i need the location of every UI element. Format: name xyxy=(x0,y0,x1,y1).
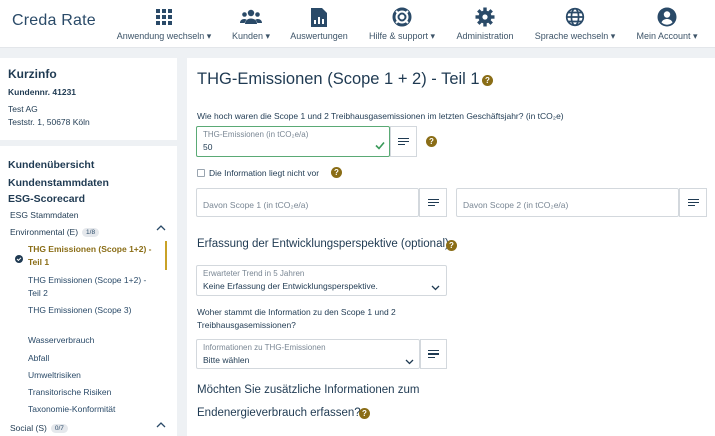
checkbox-label: Die Information liegt nicht vor xyxy=(209,168,320,178)
question-source-line2: Treibhausgasemissionen? xyxy=(197,320,296,330)
sidebar-item-esg-scorecard[interactable]: ESG-Scorecard xyxy=(8,193,85,205)
report-icon xyxy=(308,6,330,28)
chevron-up-icon[interactable] xyxy=(156,224,166,235)
lines-icon xyxy=(427,198,439,207)
globe-icon xyxy=(564,6,586,28)
info-not-available-checkbox[interactable] xyxy=(197,169,205,177)
sidebar-subitem-transitorische-risiken[interactable]: Transitorische Risiken xyxy=(28,386,111,399)
kurzinfo-title: Kurzinfo xyxy=(8,67,57,81)
field-placeholder: Davon Scope 2 (in tCO₂e/a) xyxy=(463,200,569,210)
nav-label: Mein Account ▾ xyxy=(636,31,698,41)
source-select[interactable]: Informationen zu THG-Emissionen Bitte wä… xyxy=(196,339,420,369)
nav-mein-account[interactable]: Mein Account ▾ xyxy=(630,0,704,48)
help-icon[interactable]: ? xyxy=(482,75,493,86)
help-icon[interactable]: ? xyxy=(359,408,370,419)
progress-badge: 1/8 xyxy=(82,228,100,237)
chevron-down-icon xyxy=(431,278,440,296)
kundennummer: Kundennr. 41231 xyxy=(8,87,77,97)
checkmark-icon xyxy=(375,137,385,155)
help-icon[interactable]: ? xyxy=(446,240,457,251)
chevron-down-icon xyxy=(405,352,414,370)
field-value: Bitte wählen xyxy=(203,355,250,365)
account-icon xyxy=(656,6,678,28)
section-entwicklungsperspektive: Erfassung der Entwicklungsperspektive (o… xyxy=(197,238,449,250)
progress-badge: 0/7 xyxy=(50,424,68,433)
nav-administration[interactable]: Administration xyxy=(452,0,518,48)
page-title: THG-Emissionen (Scope 1 + 2) - Teil 1 xyxy=(197,70,480,88)
nav-anwendung-wechseln[interactable]: Anwendung wechseln ▾ xyxy=(112,0,216,48)
nav-kunden[interactable]: Kunden ▾ xyxy=(222,0,280,48)
field-label: Informationen zu THG-Emissionen xyxy=(203,343,326,352)
group-label: Social (S) xyxy=(10,423,47,433)
company-address: Teststr. 1, 50678 Köln xyxy=(8,117,90,127)
sidebar-item-esg-stammdaten[interactable]: ESG Stammdaten xyxy=(10,210,79,220)
check-circle-icon xyxy=(15,250,23,268)
sidebar-subitem-thg-scope3[interactable]: THG Emissionen (Scope 3) xyxy=(28,304,160,317)
sidebar-subitem-umweltrisiken[interactable]: Umweltrisiken xyxy=(28,369,81,382)
nav-label: Anwendung wechseln ▾ xyxy=(116,31,212,41)
lines-icon xyxy=(398,137,409,146)
nav-label: Kunden ▾ xyxy=(231,31,271,41)
notes-button[interactable] xyxy=(390,126,417,157)
help-icon[interactable]: ? xyxy=(331,167,342,178)
group-label: Environmental (E) xyxy=(10,227,79,237)
lifebuoy-icon xyxy=(391,6,413,28)
top-navigation-bar: Creda Rate Anwendung wechseln ▾ Kunden ▾… xyxy=(0,0,715,48)
users-icon xyxy=(240,6,262,28)
gear-icon xyxy=(474,6,496,28)
scope2-input[interactable]: Davon Scope 2 (in tCO₂e/a) xyxy=(456,188,679,217)
section-endenergie-line2: Endenergieverbrauch erfassen? xyxy=(197,407,361,419)
sidebar-group-social[interactable]: Social (S) 0/7 xyxy=(10,423,68,433)
sidebar-subitem-taxonomie[interactable]: Taxonomie-Konformität xyxy=(28,403,115,416)
nav-sprache-wechseln[interactable]: Sprache wechseln ▾ xyxy=(530,0,620,48)
source-notes-button[interactable] xyxy=(420,339,447,369)
sidebar-item-kundenstammdaten[interactable]: Kundenstammdaten xyxy=(8,177,109,189)
scope1-notes-button[interactable] xyxy=(419,188,447,217)
section-endenergie-line1: Möchten Sie zusätzliche Informationen zu… xyxy=(197,384,420,396)
lines-icon xyxy=(687,198,699,207)
nav-label: Sprache wechseln ▾ xyxy=(534,31,616,41)
help-icon[interactable]: ? xyxy=(426,136,437,147)
grid-icon xyxy=(153,6,175,28)
sidebar-group-environmental[interactable]: Environmental (E) 1/8 xyxy=(10,227,100,237)
sidebar-subitem-abfall[interactable]: Abfall xyxy=(28,352,49,365)
sidebar-subitem-thg-teil1[interactable]: THG Emissionen (Scope 1+2) - Teil 1 xyxy=(28,243,160,269)
sidebar-item-kundenuebersicht[interactable]: Kundenübersicht xyxy=(8,159,94,171)
sidebar-subitem-wasserverbrauch[interactable]: Wasserverbrauch xyxy=(28,334,94,347)
nav-label: Administration xyxy=(456,31,514,41)
company-name: Test AG xyxy=(8,104,38,114)
scope2-notes-button[interactable] xyxy=(679,188,707,217)
trend-select[interactable]: Erwarteter Trend in 5 Jahren Keine Erfas… xyxy=(196,265,447,296)
nav-hilfe-support[interactable]: Hilfe & support ▾ xyxy=(362,0,442,48)
field-placeholder: Davon Scope 1 (in tCO₂e/a) xyxy=(203,200,309,210)
lines-icon xyxy=(428,350,439,358)
logo[interactable]: Creda Rate xyxy=(12,12,96,30)
nav-label: Auswertungen xyxy=(290,31,348,41)
nav-label: Hilfe & support ▾ xyxy=(368,31,436,41)
nav-auswertungen[interactable]: Auswertungen xyxy=(286,0,352,48)
chevron-up-icon[interactable] xyxy=(156,421,166,432)
scope1-input[interactable]: Davon Scope 1 (in tCO₂e/a) xyxy=(196,188,419,217)
thg-emissions-input[interactable]: THG-Emissionen (in tCO₂e/a) 50 xyxy=(196,126,390,157)
question-source-line1: Woher stammt die Information zu den Scop… xyxy=(197,307,396,317)
sidebar-subitem-thg-teil2[interactable]: THG Emissionen (Scope 1+2) - Teil 2 xyxy=(28,274,160,300)
field-label: Erwarteter Trend in 5 Jahren xyxy=(203,269,305,278)
field-value: 50 xyxy=(203,142,213,152)
field-label: THG-Emissionen (in tCO₂e/a) xyxy=(203,130,309,139)
active-indicator xyxy=(165,241,167,270)
field-value: Keine Erfassung der Entwicklungsperspekt… xyxy=(203,281,378,291)
question-emissions: Wie hoch waren die Scope 1 und 2 Treibha… xyxy=(197,111,564,121)
